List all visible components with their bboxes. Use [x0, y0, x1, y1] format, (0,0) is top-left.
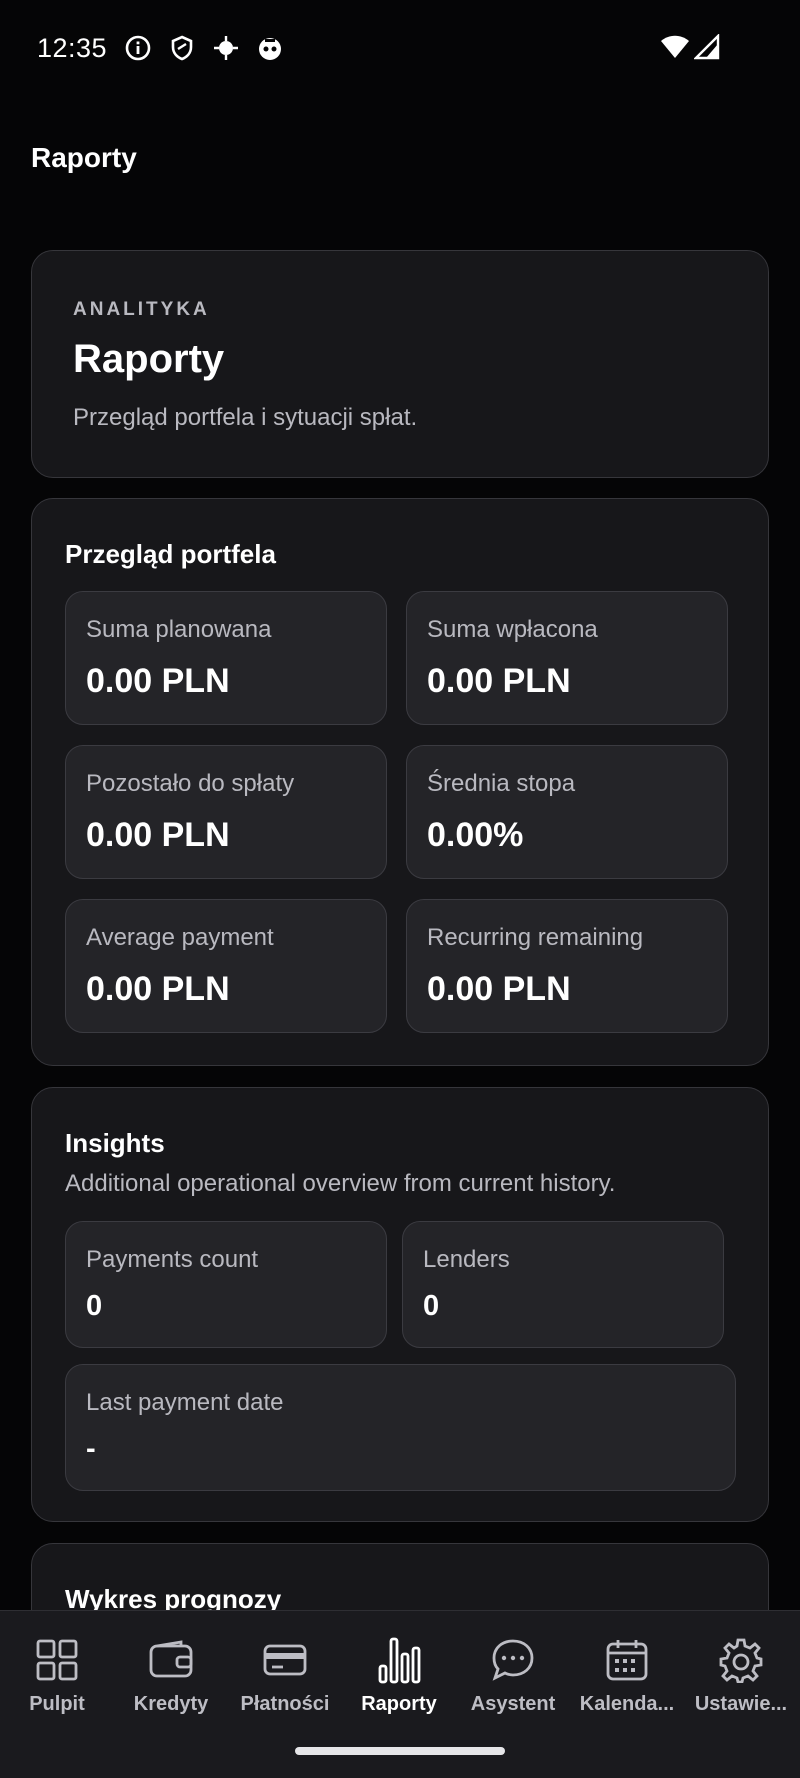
stat-tile-lenders: Lenders 0 [402, 1221, 724, 1348]
stat-value: 0 [423, 1290, 440, 1322]
stat-label: Recurring remaining [427, 924, 644, 951]
stat-tile-payments-count: Payments count 0 [65, 1221, 387, 1348]
status-time: 12:35 [37, 33, 108, 63]
stat-tile-average-rate: Średnia stopa 0.00% [406, 745, 728, 879]
nav-label: Kredyty [133, 1693, 209, 1715]
nav-item-dashboard[interactable]: Pulpit [2, 1611, 112, 1731]
status-system-icons [660, 33, 720, 65]
nav-item-calendar[interactable]: Kalenda... [572, 1611, 682, 1731]
stat-label: Average payment [86, 924, 274, 951]
chat-icon [490, 1637, 536, 1683]
stat-label: Suma planowana [86, 616, 272, 643]
nav-label: Pulpit [29, 1693, 85, 1715]
stat-value: 0.00 PLN [86, 816, 230, 854]
stat-label: Średnia stopa [427, 770, 576, 797]
portfolio-overview-card: Przegląd portfela Suma planowana 0.00 PL… [31, 498, 769, 1066]
insights-card: Insights Additional operational overview… [31, 1087, 769, 1522]
stat-tile-last-payment-date: Last payment date - [65, 1364, 736, 1491]
nav-label: Raporty [361, 1693, 437, 1715]
nav-label: Płatności [240, 1693, 330, 1715]
nav-label: Kalenda... [579, 1693, 675, 1715]
hero-subtitle: Przegląd portfela i sytuacji spłat. [73, 404, 418, 431]
stat-tile-recurring-remaining: Recurring remaining 0.00 PLN [406, 899, 728, 1033]
hero-title: Raporty [73, 337, 225, 381]
nav-item-reports[interactable]: Raporty [344, 1611, 454, 1731]
stat-value: 0.00 PLN [86, 970, 230, 1008]
stat-tile-remaining: Pozostało do spłaty 0.00 PLN [65, 745, 387, 879]
signal-icon [693, 33, 720, 65]
stat-value: 0.00% [427, 816, 524, 854]
insights-title: Insights [65, 1128, 165, 1158]
nav-item-payments[interactable]: Płatności [230, 1611, 340, 1731]
shield-icon [168, 34, 196, 62]
nav-item-loans[interactable]: Kredyty [116, 1611, 226, 1731]
wifi-icon [660, 34, 690, 65]
card-icon [262, 1637, 308, 1683]
nav-item-assistant[interactable]: Asystent [458, 1611, 568, 1731]
home-indicator[interactable] [295, 1747, 505, 1755]
portfolio-title: Przegląd portfela [65, 539, 276, 569]
insights-subtitle: Additional operational overview from cur… [65, 1170, 616, 1197]
stat-value: 0 [86, 1290, 103, 1322]
stat-label: Pozostało do spłaty [86, 770, 295, 797]
calendar-icon [604, 1637, 650, 1683]
stat-label: Last payment date [86, 1389, 284, 1416]
stat-value: 0.00 PLN [86, 662, 230, 700]
stat-value: 0.00 PLN [427, 662, 571, 700]
wallet-icon [148, 1637, 194, 1683]
grid-icon [34, 1637, 80, 1683]
info-icon [124, 34, 152, 62]
analytics-header-card: ANALITYKA Raporty Przegląd portfela i sy… [31, 250, 769, 478]
stat-value: - [86, 1433, 96, 1465]
status-bar: 12:35 [0, 0, 800, 98]
stat-tile-paid-sum: Suma wpłacona 0.00 PLN [406, 591, 728, 725]
gear-icon [718, 1637, 764, 1683]
stat-label: Payments count [86, 1246, 259, 1273]
nav-label: Asystent [470, 1693, 556, 1715]
stat-value: 0.00 PLN [427, 970, 571, 1008]
nav-item-settings[interactable]: Ustawie... [686, 1611, 796, 1731]
stat-tile-average-payment: Average payment 0.00 PLN [65, 899, 387, 1033]
bar-chart-icon [376, 1637, 422, 1684]
stat-tile-planned-sum: Suma planowana 0.00 PLN [65, 591, 387, 725]
location-target-icon [212, 34, 240, 62]
stat-label: Suma wpłacona [427, 616, 598, 643]
app-bar-title: Raporty [31, 142, 137, 173]
robot-icon [256, 34, 284, 62]
nav-label: Ustawie... [694, 1693, 788, 1715]
stat-label: Lenders [423, 1246, 510, 1273]
hero-eyebrow: ANALITYKA [73, 299, 210, 320]
status-notification-icons [124, 34, 284, 62]
